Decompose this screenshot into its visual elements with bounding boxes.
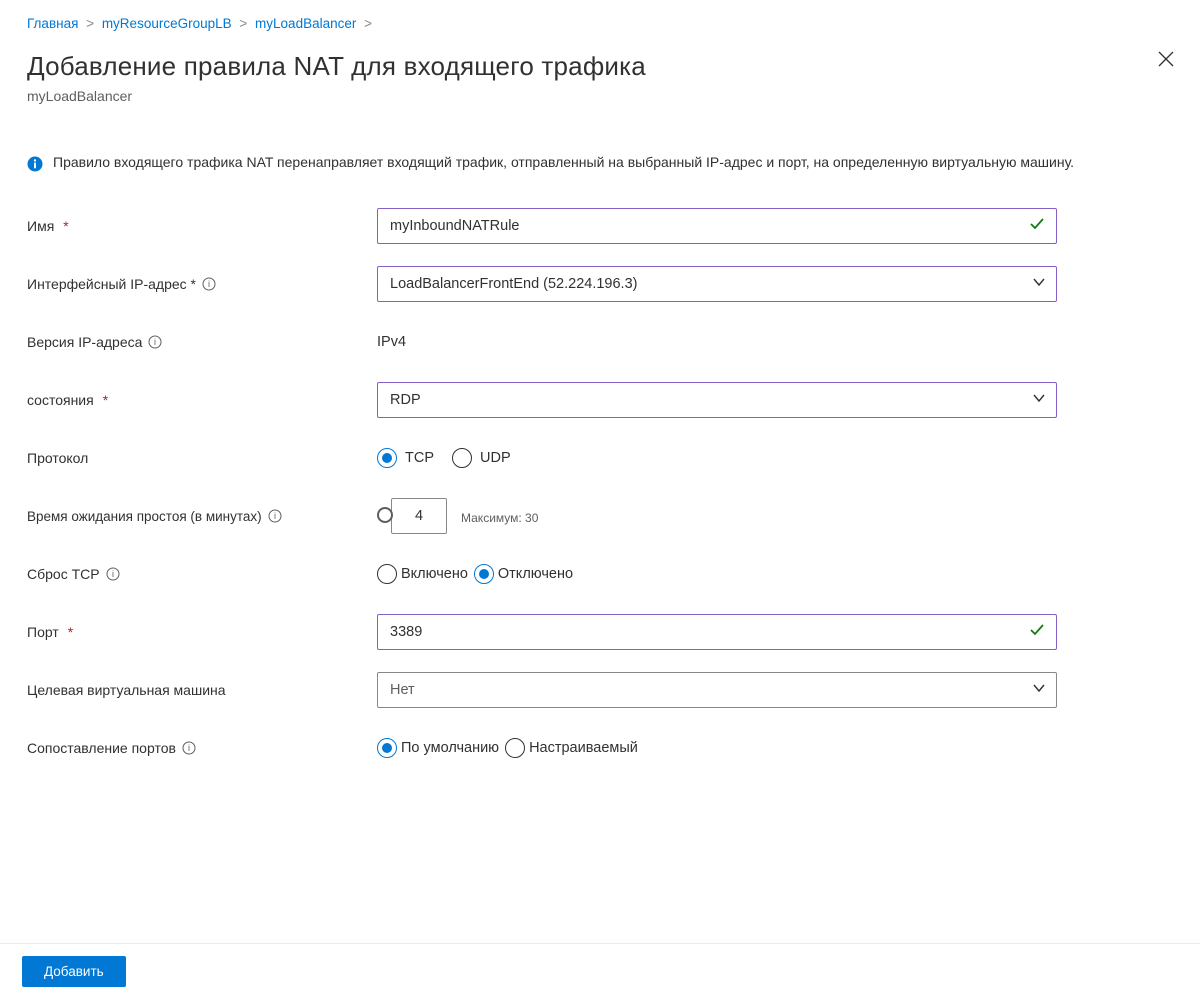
- info-icon: [27, 156, 43, 172]
- idle-timeout-value[interactable]: 4: [391, 498, 447, 534]
- info-banner: Правило входящего трафика NAT перенаправ…: [27, 154, 1173, 172]
- help-icon[interactable]: i: [202, 277, 216, 291]
- label-port-mapping: Сопоставление портов: [27, 740, 176, 756]
- chevron-down-icon: [1032, 275, 1046, 293]
- name-value: myInboundNATRule: [390, 218, 520, 234]
- row-name: Имя * myInboundNATRule: [0, 206, 1200, 246]
- row-idle-timeout: Время ожидания простоя (в минутах) i 4 М…: [0, 496, 1200, 536]
- slider-thumb[interactable]: [377, 507, 393, 523]
- tcp-reset-off-label: Отключено: [498, 566, 573, 582]
- port-mapping-custom-radio[interactable]: Настраиваемый: [505, 738, 638, 758]
- label-tcp-reset: Сброс TCP: [27, 566, 100, 582]
- row-service: состояния * RDP: [0, 380, 1200, 420]
- chevron-right-icon: >: [239, 16, 247, 31]
- target-vm-select[interactable]: Нет: [377, 672, 1057, 708]
- label-idle-timeout: Время ожидания простоя (в минутах): [27, 509, 262, 524]
- tcp-reset-on-label: Включено: [401, 566, 468, 582]
- required-indicator: *: [63, 218, 68, 234]
- label-target-vm: Целевая виртуальная машина: [27, 682, 226, 698]
- nat-rule-form: Имя * myInboundNATRule Интерфейсный IP-а…: [0, 206, 1200, 768]
- label-port: Порт: [27, 624, 59, 640]
- row-tcp-reset: Сброс TCP i Включено Отключено: [0, 554, 1200, 594]
- svg-text:i: i: [274, 511, 276, 521]
- row-protocol: Протокол TCP UDP: [0, 438, 1200, 478]
- svg-text:i: i: [112, 569, 114, 579]
- info-text: Правило входящего трафика NAT перенаправ…: [53, 154, 1074, 170]
- protocol-udp-label: UDP: [480, 450, 511, 466]
- port-mapping-radio-group: По умолчанию Настраиваемый: [377, 738, 1057, 758]
- label-protocol: Протокол: [27, 450, 88, 466]
- chevron-right-icon: >: [86, 16, 94, 31]
- check-icon: [1028, 215, 1046, 237]
- protocol-radio-group: TCP UDP: [377, 448, 1057, 468]
- idle-timeout-hint: Максимум: 30: [461, 511, 538, 525]
- help-icon[interactable]: i: [182, 741, 196, 755]
- page-header: Добавление правила NAT для входящего тра…: [0, 31, 1200, 104]
- row-ip-version: Версия IP-адреса i IPv4: [0, 322, 1200, 362]
- breadcrumb-resource[interactable]: myLoadBalancer: [255, 16, 356, 31]
- label-frontend-ip: Интерфейсный IP-адрес *: [27, 276, 196, 292]
- row-port-mapping: Сопоставление портов i По умолчанию Наст…: [0, 728, 1200, 768]
- chevron-down-icon: [1032, 391, 1046, 409]
- breadcrumb-home[interactable]: Главная: [27, 16, 78, 31]
- frontend-ip-value: LoadBalancerFrontEnd (52.224.196.3): [390, 276, 637, 292]
- tcp-reset-on-radio[interactable]: Включено: [377, 564, 468, 584]
- port-input[interactable]: 3389: [377, 614, 1057, 650]
- breadcrumb: Главная > myResourceGroupLB > myLoadBala…: [0, 0, 1200, 31]
- help-icon[interactable]: i: [148, 335, 162, 349]
- port-mapping-default-radio[interactable]: По умолчанию: [377, 738, 499, 758]
- port-mapping-custom-label: Настраиваемый: [529, 740, 638, 756]
- ip-version-value: IPv4: [377, 334, 406, 350]
- row-frontend-ip: Интерфейсный IP-адрес * i LoadBalancerFr…: [0, 264, 1200, 304]
- svg-text:i: i: [154, 337, 156, 347]
- port-mapping-default-label: По умолчанию: [401, 740, 499, 756]
- tcp-reset-off-radio[interactable]: Отключено: [474, 564, 573, 584]
- svg-text:i: i: [188, 743, 190, 753]
- page-subtitle: myLoadBalancer: [27, 88, 1173, 104]
- protocol-tcp-label: TCP: [405, 450, 434, 466]
- name-input[interactable]: myInboundNATRule: [377, 208, 1057, 244]
- port-value: 3389: [390, 624, 422, 640]
- row-target-vm: Целевая виртуальная машина Нет: [0, 670, 1200, 710]
- label-name: Имя: [27, 218, 54, 234]
- breadcrumb-group[interactable]: myResourceGroupLB: [102, 16, 232, 31]
- tcp-reset-radio-group: Включено Отключено: [377, 564, 1057, 584]
- protocol-udp-radio[interactable]: UDP: [452, 448, 511, 468]
- page-title: Добавление правила NAT для входящего тра…: [27, 51, 1173, 82]
- close-icon: [1156, 49, 1176, 69]
- service-select[interactable]: RDP: [377, 382, 1057, 418]
- close-button[interactable]: [1156, 49, 1176, 69]
- service-value: RDP: [390, 392, 421, 408]
- add-button[interactable]: Добавить: [22, 956, 126, 987]
- label-ip-version: Версия IP-адреса: [27, 334, 142, 350]
- protocol-tcp-radio[interactable]: TCP: [377, 448, 434, 468]
- target-vm-value: Нет: [390, 682, 415, 698]
- help-icon[interactable]: i: [268, 509, 282, 523]
- check-icon: [1028, 621, 1046, 643]
- chevron-right-icon: >: [364, 16, 372, 31]
- required-indicator: *: [68, 624, 73, 640]
- svg-text:i: i: [208, 279, 210, 289]
- frontend-ip-select[interactable]: LoadBalancerFrontEnd (52.224.196.3): [377, 266, 1057, 302]
- row-port: Порт * 3389: [0, 612, 1200, 652]
- chevron-down-icon: [1032, 681, 1046, 699]
- page-footer: Добавить: [0, 943, 1200, 999]
- help-icon[interactable]: i: [106, 567, 120, 581]
- label-service: состояния: [27, 392, 94, 408]
- required-indicator: *: [103, 392, 108, 408]
